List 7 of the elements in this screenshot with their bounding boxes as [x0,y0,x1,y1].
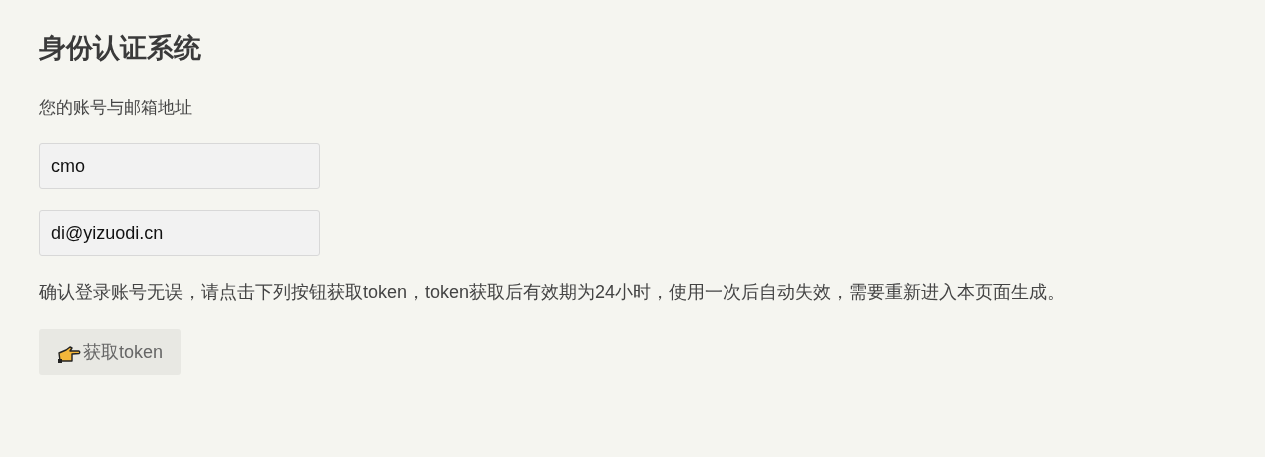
get-token-button[interactable]: 获取token [39,329,182,375]
fields-label: 您的账号与邮箱地址 [39,97,192,119]
pointing-hand-icon [57,344,81,364]
input-field[interactable]: cmo [39,143,320,189]
notice-text: 确认登录账号无误，请点击下列按钮获取token，token获取后有效期为24小时，使用一次后自动失效，需要重新进入本页面生成。 [39,281,1066,304]
page-title: 身份认证系统 [39,32,201,65]
input-field[interactable]: di@yizuodi.cn [39,210,320,256]
